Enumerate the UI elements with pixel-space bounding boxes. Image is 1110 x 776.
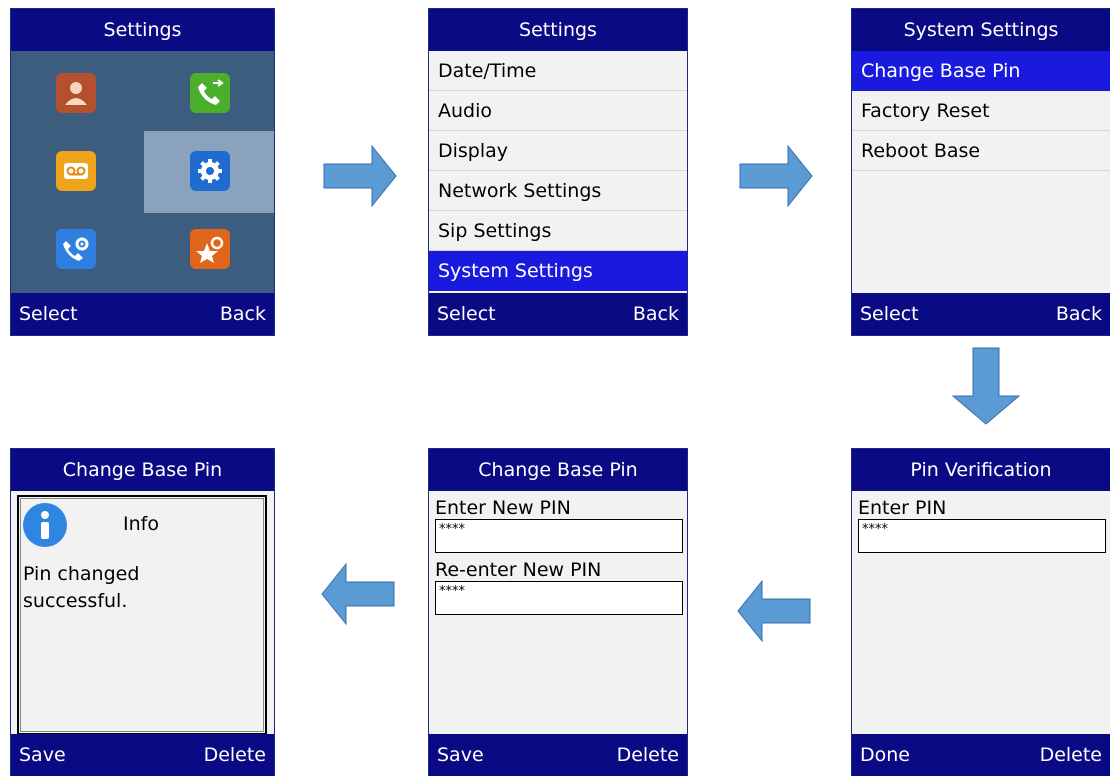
home-screen: Settings Select Back <box>10 8 275 336</box>
settings-menu-list: Date/Time Audio Display Network Settings… <box>429 51 687 291</box>
menu-item-factory-reset[interactable]: Factory Reset <box>852 91 1110 131</box>
screen-title: Settings <box>11 9 274 51</box>
menu-item-change-base-pin[interactable]: Change Base Pin <box>852 51 1110 91</box>
contacts-icon[interactable] <box>56 73 96 113</box>
soft-key-bar: Save Delete <box>429 734 687 776</box>
screen-title: Pin Verification <box>852 449 1110 491</box>
system-settings-list: Change Base Pin Factory Reset Reboot Bas… <box>852 51 1110 171</box>
pin-changed-info-screen: Change Base Pin Info Pin changed success… <box>10 448 275 776</box>
pin-verification-screen: Pin Verification Enter PIN **** Done Del… <box>851 448 1110 776</box>
save-softkey[interactable]: Save <box>19 744 66 766</box>
arrow-down-icon <box>951 347 1021 425</box>
reenter-pin-label: Re-enter New PIN <box>435 559 602 581</box>
done-softkey[interactable]: Done <box>860 744 910 766</box>
new-pin-field[interactable]: **** <box>435 519 683 553</box>
arrow-right-icon <box>739 144 813 208</box>
favorites-icon[interactable] <box>190 229 230 269</box>
soft-key-bar: Save Delete <box>11 734 274 776</box>
menu-item-date-time[interactable]: Date/Time <box>429 51 687 91</box>
change-pin-form: Enter New PIN **** Re-enter New PIN **** <box>429 491 687 734</box>
menu-item-system-settings[interactable]: System Settings <box>429 251 687 291</box>
voicemail-icon[interactable] <box>56 151 96 191</box>
select-softkey[interactable]: Select <box>860 303 919 325</box>
delete-softkey[interactable]: Delete <box>204 744 266 766</box>
select-softkey[interactable]: Select <box>437 303 496 325</box>
arrow-left-icon <box>737 579 811 643</box>
info-dialog: Info Pin changed successful. <box>17 495 267 735</box>
select-softkey[interactable]: Select <box>19 303 78 325</box>
back-softkey[interactable]: Back <box>633 303 679 325</box>
pin-verification-form: Enter PIN **** <box>852 491 1110 734</box>
screen-title: System Settings <box>852 9 1110 51</box>
menu-item-reboot-base[interactable]: Reboot Base <box>852 131 1110 171</box>
call-history-icon[interactable] <box>190 73 230 113</box>
settings-gear-icon[interactable] <box>190 151 230 191</box>
back-softkey[interactable]: Back <box>220 303 266 325</box>
soft-key-bar: Done Delete <box>852 734 1110 776</box>
back-softkey[interactable]: Back <box>1056 303 1102 325</box>
delete-softkey[interactable]: Delete <box>617 744 679 766</box>
change-base-pin-screen: Change Base Pin Enter New PIN **** Re-en… <box>428 448 688 776</box>
arrow-left-icon <box>321 562 395 626</box>
app-icon-grid <box>11 51 274 293</box>
save-softkey[interactable]: Save <box>437 744 484 766</box>
menu-item-audio[interactable]: Audio <box>429 91 687 131</box>
soft-key-bar: Select Back <box>11 293 274 335</box>
pin-field[interactable]: **** <box>858 519 1106 553</box>
soft-key-bar: Select Back <box>852 293 1110 335</box>
soft-key-bar: Select Back <box>429 293 687 335</box>
reenter-pin-field[interactable]: **** <box>435 581 683 615</box>
system-settings-screen: System Settings Change Base Pin Factory … <box>851 8 1110 336</box>
info-message: Pin changed successful. <box>23 563 140 612</box>
settings-menu-screen: Settings Date/Time Audio Display Network… <box>428 8 688 336</box>
info-heading: Info <box>123 513 159 535</box>
info-icon <box>23 503 67 547</box>
menu-item-network-settings[interactable]: Network Settings <box>429 171 687 211</box>
enter-pin-label: Enter PIN <box>858 497 947 519</box>
screen-title: Change Base Pin <box>429 449 687 491</box>
new-pin-label: Enter New PIN <box>435 497 571 519</box>
delete-softkey[interactable]: Delete <box>1040 744 1102 766</box>
menu-item-display[interactable]: Display <box>429 131 687 171</box>
menu-item-sip-settings[interactable]: Sip Settings <box>429 211 687 251</box>
arrow-right-icon <box>323 144 397 208</box>
screen-title: Change Base Pin <box>11 449 274 491</box>
screen-title: Settings <box>429 9 687 51</box>
call-settings-icon[interactable] <box>56 229 96 269</box>
